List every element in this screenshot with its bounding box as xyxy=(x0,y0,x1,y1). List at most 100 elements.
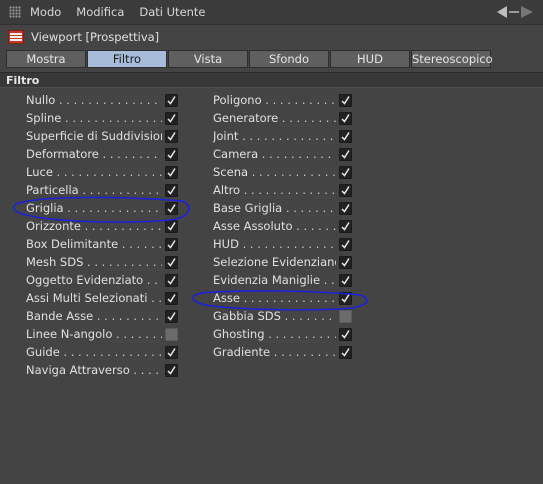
navigation-arrows-icon[interactable] xyxy=(495,5,535,19)
menu-dati-utente[interactable]: Dati Utente xyxy=(139,5,205,19)
filter-row[interactable]: Generatore . . . . . . . . . . . . . . .… xyxy=(213,109,353,127)
filter-row[interactable]: Griglia . . . . . . . . . . . . . . . . … xyxy=(26,199,179,217)
filter-row[interactable]: Evidenzia Maniglie . . . . . . . . . . .… xyxy=(213,271,353,289)
filter-checkbox[interactable] xyxy=(165,183,178,197)
filter-checkbox[interactable] xyxy=(339,129,352,143)
filter-checkbox[interactable] xyxy=(339,327,352,341)
menu-modifica[interactable]: Modifica xyxy=(76,5,124,19)
tab-sfondo[interactable]: Sfondo xyxy=(249,50,329,68)
filter-label: Scena . . . . . . . . . . . . . . . . . … xyxy=(213,165,336,179)
filter-row[interactable]: Particella . . . . . . . . . . . . . . .… xyxy=(26,181,179,199)
right-filter-column: Poligono . . . . . . . . . . . . . . . .… xyxy=(213,91,353,361)
filter-label: HUD . . . . . . . . . . . . . . . . . . … xyxy=(213,237,336,251)
filter-checkbox[interactable] xyxy=(165,363,178,377)
filter-row[interactable]: Oggetto Evidenziato . . . . . . . . . . … xyxy=(26,271,179,289)
filter-row[interactable]: Orizzonte . . . . . . . . . . . . . . . … xyxy=(26,217,179,235)
checkmark-icon xyxy=(341,239,350,249)
filter-row[interactable]: Scena . . . . . . . . . . . . . . . . . … xyxy=(213,163,353,181)
filter-checkbox[interactable] xyxy=(165,237,178,251)
filter-row[interactable]: Deformatore . . . . . . . . . . . . . . … xyxy=(26,145,179,163)
filter-label-text: Evidenzia Maniglie xyxy=(213,273,321,287)
filter-checkbox[interactable] xyxy=(339,291,352,305)
dot-leader: . . . . . . . . . . . . . . . . . . . . … xyxy=(268,327,336,341)
menu-bar: Modo Modifica Dati Utente xyxy=(0,0,543,25)
filter-row[interactable]: Asse . . . . . . . . . . . . . . . . . .… xyxy=(213,289,353,307)
filter-row[interactable]: Assi Multi Selezionati . . . . . . . . .… xyxy=(26,289,179,307)
checkmark-icon xyxy=(341,293,350,303)
filter-row[interactable]: HUD . . . . . . . . . . . . . . . . . . … xyxy=(213,235,353,253)
dot-leader: . . . . . . . . . . . . . . . . . . . . … xyxy=(65,111,162,125)
dot-leader: . . . . . . . . . . . . . . . . . . . . … xyxy=(133,363,162,377)
filter-row[interactable]: Nullo . . . . . . . . . . . . . . . . . … xyxy=(26,91,179,109)
filter-label-text: Nullo xyxy=(26,93,56,107)
tab-filtro[interactable]: Filtro xyxy=(87,50,167,68)
checkmark-icon xyxy=(167,257,176,267)
tab-vista[interactable]: Vista xyxy=(168,50,248,68)
filter-checkbox[interactable] xyxy=(165,327,178,341)
filter-label-text: Linee N-angolo xyxy=(26,327,113,341)
filter-label: Guide . . . . . . . . . . . . . . . . . … xyxy=(26,345,162,359)
filter-checkbox[interactable] xyxy=(339,111,352,125)
filter-label-text: Oggetto Evidenziato xyxy=(26,273,144,287)
filter-row[interactable]: Linee N-angolo . . . . . . . . . . . . .… xyxy=(26,325,179,343)
filter-checkbox[interactable] xyxy=(165,93,178,107)
filter-row[interactable]: Luce . . . . . . . . . . . . . . . . . .… xyxy=(26,163,179,181)
tab-mostra[interactable]: Mostra xyxy=(6,50,86,68)
filter-checkbox[interactable] xyxy=(339,165,352,179)
filter-label: Orizzonte . . . . . . . . . . . . . . . … xyxy=(26,219,162,233)
checkmark-icon xyxy=(341,113,350,123)
filter-checkbox[interactable] xyxy=(339,183,352,197)
filter-checkbox[interactable] xyxy=(165,147,178,161)
filter-row[interactable]: Gradiente . . . . . . . . . . . . . . . … xyxy=(213,343,353,361)
filter-row[interactable]: Asse Assoluto . . . . . . . . . . . . . … xyxy=(213,217,353,235)
filter-checkbox[interactable] xyxy=(339,201,352,215)
filter-row[interactable]: Gabbia SDS . . . . . . . . . . . . . . .… xyxy=(213,307,353,325)
filter-checkbox[interactable] xyxy=(339,273,352,287)
filter-row[interactable]: Naviga Attraverso . . . . . . . . . . . … xyxy=(26,361,179,379)
filter-checkbox[interactable] xyxy=(339,237,352,251)
filter-checkbox[interactable] xyxy=(165,129,178,143)
menu-modo[interactable]: Modo xyxy=(30,5,61,19)
filter-label: Gabbia SDS . . . . . . . . . . . . . . .… xyxy=(213,309,336,323)
filter-checkbox[interactable] xyxy=(339,147,352,161)
filter-row[interactable]: Bande Asse . . . . . . . . . . . . . . .… xyxy=(26,307,179,325)
checkmark-icon xyxy=(341,329,350,339)
filter-checkbox[interactable] xyxy=(165,273,178,287)
filter-row[interactable]: Camera . . . . . . . . . . . . . . . . .… xyxy=(213,145,353,163)
filter-row[interactable]: Poligono . . . . . . . . . . . . . . . .… xyxy=(213,91,353,109)
filter-label: Camera . . . . . . . . . . . . . . . . .… xyxy=(213,147,336,161)
filter-label: Superficie di Suddivisione . . . . . . .… xyxy=(26,129,162,143)
tab-hud[interactable]: HUD xyxy=(330,50,410,68)
filter-checkbox[interactable] xyxy=(339,219,352,233)
filter-row[interactable]: Mesh SDS . . . . . . . . . . . . . . . .… xyxy=(26,253,179,271)
filter-row[interactable]: Altro . . . . . . . . . . . . . . . . . … xyxy=(213,181,353,199)
filter-checkbox[interactable] xyxy=(165,165,178,179)
filter-checkbox[interactable] xyxy=(339,345,352,359)
filter-checkbox[interactable] xyxy=(165,291,178,305)
filter-checkbox[interactable] xyxy=(165,309,178,323)
filter-row[interactable]: Joint . . . . . . . . . . . . . . . . . … xyxy=(213,127,353,145)
filter-checkbox[interactable] xyxy=(339,93,352,107)
filter-checkbox[interactable] xyxy=(165,201,178,215)
filter-label: Asse Assoluto . . . . . . . . . . . . . … xyxy=(213,219,336,233)
filter-checkbox[interactable] xyxy=(165,345,178,359)
filter-row[interactable]: Base Griglia . . . . . . . . . . . . . .… xyxy=(213,199,353,217)
filter-row[interactable]: Superficie di Suddivisione . . . . . . .… xyxy=(26,127,179,145)
filter-checkbox[interactable] xyxy=(165,111,178,125)
filter-checkbox[interactable] xyxy=(339,309,352,323)
filter-label-text: Gradiente xyxy=(213,345,271,359)
filter-row[interactable]: Spline . . . . . . . . . . . . . . . . .… xyxy=(26,109,179,127)
filter-label-text: Griglia xyxy=(26,201,64,215)
filter-row[interactable]: Selezione Evidenziando . . . . . . . . .… xyxy=(213,253,353,271)
filter-checkbox[interactable] xyxy=(339,255,352,269)
filter-checkbox[interactable] xyxy=(165,255,178,269)
dot-leader: . . . . . . . . . . . . . . . . . . . . … xyxy=(251,165,336,179)
filter-label: Joint . . . . . . . . . . . . . . . . . … xyxy=(213,129,336,143)
filter-checkbox[interactable] xyxy=(165,219,178,233)
filter-row[interactable]: Ghosting . . . . . . . . . . . . . . . .… xyxy=(213,325,353,343)
filter-row[interactable]: Guide . . . . . . . . . . . . . . . . . … xyxy=(26,343,179,361)
tab-stereoscopico[interactable]: Stereoscopico xyxy=(411,50,493,68)
filter-row[interactable]: Box Delimitante . . . . . . . . . . . . … xyxy=(26,235,179,253)
filter-label: Naviga Attraverso . . . . . . . . . . . … xyxy=(26,363,162,377)
grip-icon[interactable] xyxy=(9,6,21,18)
